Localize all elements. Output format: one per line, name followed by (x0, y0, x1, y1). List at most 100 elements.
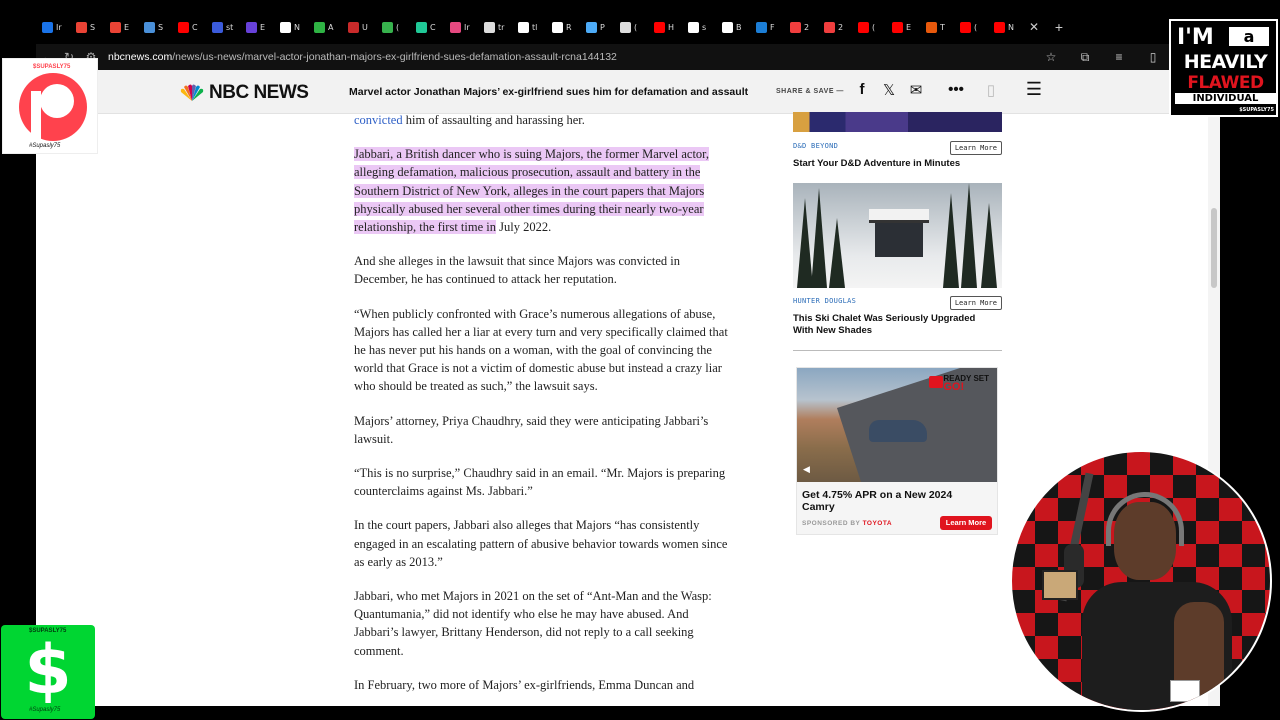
go-text: GO! (943, 381, 965, 393)
browser-tab[interactable]: N (274, 16, 308, 38)
dnd-ad-image[interactable] (793, 112, 1002, 132)
article-paragraph-highlighted: Jabbari, a British dancer who is suing M… (354, 145, 736, 236)
browser-tab[interactable]: R (546, 16, 580, 38)
mute-icon[interactable]: ◀ (803, 464, 810, 475)
paragraph-text: July 2022. (496, 220, 552, 235)
generic-tab-icon (382, 21, 393, 33)
tab-label: Ir (464, 22, 470, 32)
convicted-link[interactable]: convicted (354, 113, 403, 127)
browser-tab[interactable]: B (716, 16, 750, 38)
browser-tab[interactable]: Ir (36, 16, 70, 38)
browser-tab[interactable]: E (240, 16, 274, 38)
ad-sponsored-by: SPONSORED BY TOYOTA (802, 520, 892, 527)
youtube-icon (178, 21, 189, 33)
tab-label: U (362, 22, 368, 32)
ad-title[interactable]: Get 4.75% APR on a New 2024 Camry (802, 489, 972, 513)
x-icon (484, 21, 495, 33)
new-tab-icon[interactable]: + (1052, 19, 1066, 35)
browser-tab[interactable]: A (308, 16, 342, 38)
nbc-sticky-header: NBC NEWS Marvel actor Jonathan Majors’ e… (36, 70, 1208, 114)
tab-label: E (906, 22, 912, 32)
peacock-icon (180, 84, 204, 101)
article-paragraph: “This is no surprise,” Chaudhry said in … (354, 466, 726, 499)
ad-title[interactable]: This Ski Chalet Was Seriously Upgraded W… (793, 313, 993, 337)
bookmark-icon[interactable]: ▯ (981, 81, 1001, 99)
article-paragraph: In the court papers, Jabbari also allege… (354, 518, 728, 569)
facebook-icon[interactable]: f (852, 81, 872, 98)
badge-line: FLAWED (1187, 73, 1264, 93)
email-icon[interactable]: ✉ (906, 81, 926, 99)
tab-label: N (294, 22, 300, 32)
tree-shape (829, 218, 845, 288)
browser-tab[interactable]: C (172, 16, 206, 38)
tab-label: tl (532, 22, 538, 32)
nbc-news-logo[interactable]: NBC NEWS (179, 82, 309, 104)
patreon-signature: #Supasly75 (29, 143, 61, 149)
tab-label: ( (974, 22, 978, 32)
article-paragraph: Jabbari, who met Majors in 2021 on the s… (354, 589, 712, 658)
browser-tab[interactable]: 2 (818, 16, 852, 38)
url-host: nbcnews.com (108, 51, 173, 63)
browser-tab[interactable]: tr (478, 16, 512, 38)
browser-tab[interactable]: H (648, 16, 682, 38)
browser-tab[interactable]: 2 (784, 16, 818, 38)
more-options-icon[interactable]: ••• (946, 81, 966, 98)
car-shape (869, 420, 927, 442)
generic-tab-icon (586, 21, 597, 33)
browser-tab[interactable]: ( (954, 16, 988, 38)
tab-label: T (940, 22, 945, 32)
browser-tab[interactable]: ( (376, 16, 410, 38)
google-icon (518, 21, 529, 33)
youtube-icon (892, 21, 903, 33)
browser-tab[interactable]: tl (512, 16, 546, 38)
browser-tab[interactable]: S (70, 16, 104, 38)
media-queue-icon[interactable]: ≡ (1102, 50, 1136, 64)
tab-label: ( (634, 22, 638, 32)
browser-tab[interactable]: F (750, 16, 784, 38)
generic-tab-icon (416, 21, 427, 33)
side-panel-icon[interactable]: ▯ (1136, 50, 1170, 64)
heavily-flawed-badge: I'M a HEAVILY FLAWED INDIVIDUAL $SUPASLY… (1169, 19, 1278, 117)
browser-tab[interactable]: T (920, 16, 954, 38)
close-tab-icon[interactable]: ✕ (1026, 20, 1042, 34)
browser-tab[interactable]: E (104, 16, 138, 38)
browser-tab[interactable]: N (988, 16, 1022, 38)
learn-more-button[interactable]: Learn More (940, 516, 992, 530)
ad-sponsor[interactable]: HUNTER DOUGLAS (793, 297, 856, 305)
learn-more-button[interactable]: Learn More (949, 296, 1002, 310)
ad-sponsor[interactable]: D&D BEYOND (793, 142, 838, 150)
browser-tab[interactable]: ( (852, 16, 886, 38)
ad-title[interactable]: Start Your D&D Adventure in Minutes (793, 158, 993, 170)
tree-shape (961, 183, 977, 288)
browser-tab[interactable]: E (886, 16, 920, 38)
generic-tab-icon (926, 21, 937, 33)
x-share-icon[interactable]: 𝕏 (879, 81, 899, 99)
patreon-logo-icon (19, 73, 87, 141)
learn-more-button[interactable]: Learn More (949, 141, 1002, 155)
browser-tab[interactable]: s (682, 16, 716, 38)
toyota-ad[interactable]: READY SET GO! ◀ Get 4.75% APR on a New 20… (796, 367, 998, 535)
browser-tab[interactable]: P (580, 16, 614, 38)
bookmark-star-icon[interactable]: ☆ (1034, 50, 1068, 64)
extensions-icon[interactable]: ⧉ (1068, 50, 1102, 65)
article-paragraph: Majors’ attorney, Priya Chaudhry, said t… (354, 413, 709, 446)
browser-tab[interactable]: U (342, 16, 376, 38)
hamburger-menu-icon[interactable]: ☰ (1024, 79, 1044, 100)
tab-label: E (124, 22, 130, 32)
browser-tab[interactable]: S (138, 16, 172, 38)
address-bar[interactable]: nbcnews.com/news/us-news/marvel-actor-jo… (108, 51, 1034, 63)
chalet-house (875, 221, 923, 257)
browser-tab[interactable]: ( (614, 16, 648, 38)
toyota-ad-image[interactable]: READY SET GO! ◀ (797, 368, 997, 482)
screen: Ir S E S Cst E N A U (C Ir tr tl R P (Hs B F 2 2 (E T (N ✕ + ← ↻… (0, 0, 1280, 720)
ski-chalet-ad-image[interactable] (793, 183, 1002, 288)
browser-tab[interactable]: st (206, 16, 240, 38)
browser-tab[interactable]: C (410, 16, 444, 38)
browser-tab[interactable]: Ir (444, 16, 478, 38)
sidebar-divider (793, 350, 1002, 351)
tab-label: st (226, 22, 234, 32)
wall-sign (1042, 570, 1078, 600)
cashapp-signature: #Supasly75 (29, 707, 61, 713)
share-save-label[interactable]: SHARE & SAVE — (776, 88, 844, 95)
scrollbar-thumb[interactable] (1211, 208, 1217, 288)
